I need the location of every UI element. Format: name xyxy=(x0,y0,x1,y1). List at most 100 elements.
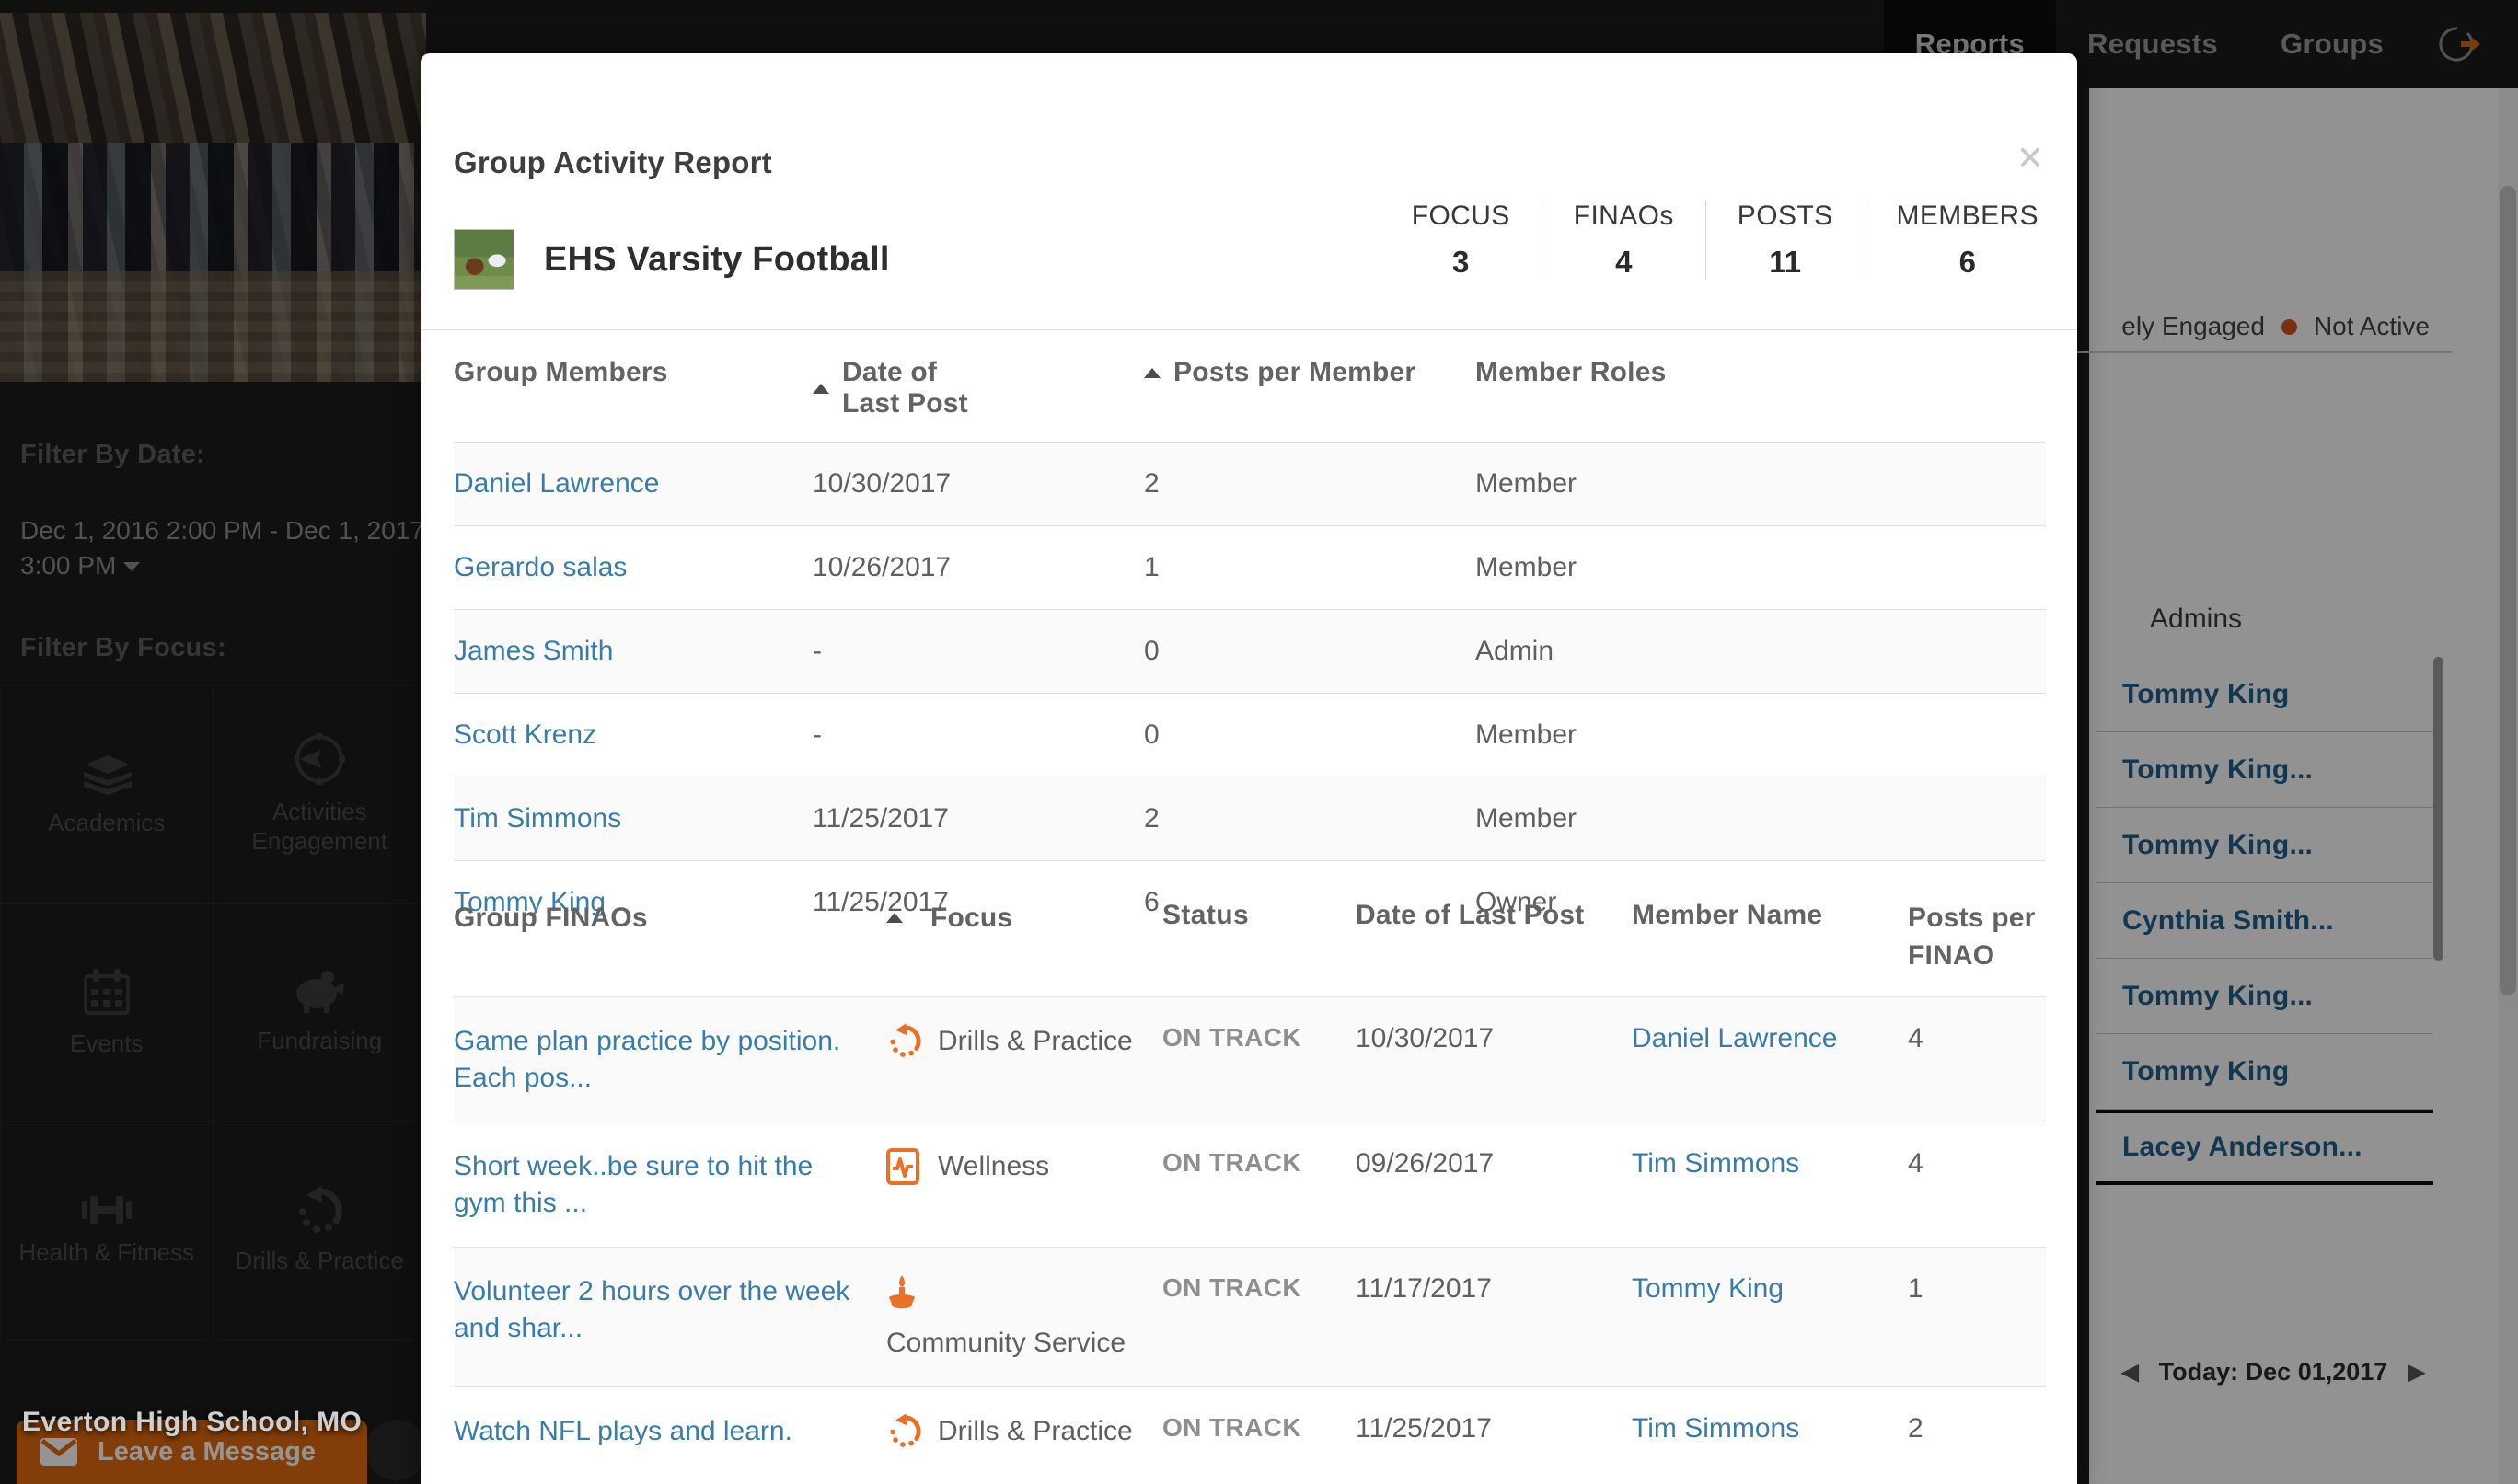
finao-member-link[interactable]: Tim Simmons xyxy=(1632,1387,1908,1470)
stat-finaos-label: FINAOs xyxy=(1573,201,1674,231)
finao-status: ON TRACK xyxy=(1162,1413,1301,1443)
col-focus-label: Focus xyxy=(930,903,1013,933)
stat-posts: POSTS 11 xyxy=(1706,201,1865,280)
member-posts-count: 2 xyxy=(1144,803,1160,834)
member-posts-count: 1 xyxy=(1144,552,1160,582)
table-row: Short week..be sure to hit the gym this … xyxy=(454,1122,2046,1247)
member-role: Member xyxy=(1475,803,1577,834)
member-posts-count: 2 xyxy=(1144,468,1160,499)
member-role: Admin xyxy=(1475,636,1554,666)
finao-status: ON TRACK xyxy=(1162,1148,1301,1178)
school-name: Everton High School, MO xyxy=(22,1407,363,1437)
group-finaos-table: Group FINAOs Focus Status Date of Last P… xyxy=(454,900,2046,1476)
finao-posts-count: 2 xyxy=(1908,1413,1923,1444)
col-member-roles[interactable]: Member Roles xyxy=(1475,357,1843,388)
stat-members: MEMBERS 6 xyxy=(1865,201,2045,280)
col-focus[interactable]: Focus xyxy=(886,900,1162,936)
stat-posts-value: 11 xyxy=(1769,245,1802,279)
finao-posts-count: 4 xyxy=(1908,1148,1923,1179)
table-row: Game plan practice by position. Each pos… xyxy=(454,996,2046,1122)
member-posts-count: 0 xyxy=(1144,719,1160,750)
finao-focus: Community Service xyxy=(886,1248,1162,1386)
group-members-table-header: Group Members Date of Last Post Posts pe… xyxy=(454,357,2046,442)
stat-finaos-value: 4 xyxy=(1615,245,1633,279)
stat-members-value: 6 xyxy=(1958,245,1976,279)
table-row: Gerardo salas 10/26/2017 1 Member xyxy=(454,525,2046,609)
col-date-of-last-post-label: Date of Last Post xyxy=(842,357,968,419)
stat-focus-label: FOCUS xyxy=(1411,201,1510,231)
member-last-post-date: 10/30/2017 xyxy=(813,468,952,499)
heartbeat-icon xyxy=(886,1148,923,1186)
circular-arrow-icon xyxy=(886,1023,923,1060)
member-last-post-date: 11/25/2017 xyxy=(813,803,949,834)
member-name-link[interactable]: Daniel Lawrence xyxy=(454,443,813,525)
stat-finaos: FINAOs 4 xyxy=(1542,201,1706,280)
table-row: Watch NFL plays and learn. Drills & Prac… xyxy=(454,1386,2046,1476)
col-group-finaos[interactable]: Group FINAOs xyxy=(454,900,886,937)
member-name-link[interactable]: James Smith xyxy=(454,610,813,693)
finao-text-link[interactable]: Volunteer 2 hours over the week and shar… xyxy=(454,1248,886,1372)
finao-status: ON TRACK xyxy=(1162,1023,1301,1052)
member-last-post-date: - xyxy=(813,719,822,750)
finao-focus-label: Drills & Practice xyxy=(938,1416,1133,1447)
col-posts-per-finao[interactable]: Posts per FINAO xyxy=(1908,900,2037,974)
finao-text-link[interactable]: Short week..be sure to hit the gym this … xyxy=(454,1122,886,1247)
volunteer-hand-icon xyxy=(886,1273,923,1310)
finao-focus-label: Community Service xyxy=(886,1328,1126,1359)
table-row: Daniel Lawrence 10/30/2017 2 Member xyxy=(454,442,2046,525)
member-role: Member xyxy=(1475,468,1577,499)
finao-status: ON TRACK xyxy=(1162,1273,1301,1303)
close-icon[interactable]: ✕ xyxy=(2016,142,2044,175)
finao-focus: Wellness xyxy=(886,1122,1162,1211)
member-name-link[interactable]: Tim Simmons xyxy=(454,777,813,860)
table-row: Scott Krenz - 0 Member xyxy=(454,693,2046,777)
group-finaos-table-header: Group FINAOs Focus Status Date of Last P… xyxy=(454,900,2046,996)
modal-title: Group Activity Report xyxy=(454,145,772,179)
table-row: Volunteer 2 hours over the week and shar… xyxy=(454,1247,2046,1387)
col-group-members[interactable]: Group Members xyxy=(454,357,813,388)
member-name-link[interactable]: Gerardo salas xyxy=(454,526,813,609)
col-date-of-last-post[interactable]: Date of Last Post xyxy=(813,357,983,420)
member-posts-count: 0 xyxy=(1144,636,1160,666)
member-last-post-date: 10/26/2017 xyxy=(813,552,952,582)
col-status[interactable]: Status xyxy=(1162,900,1356,931)
circular-arrow-icon xyxy=(886,1413,923,1450)
modal-header-divider xyxy=(421,329,2077,330)
group-activity-report-modal: ✕ Group Activity Report EHS Varsity Foot… xyxy=(421,53,2077,1484)
member-role: Member xyxy=(1475,719,1577,750)
finao-text-link[interactable]: Watch NFL plays and learn. xyxy=(454,1387,886,1476)
col-date-of-last-post[interactable]: Date of Last Post xyxy=(1356,900,1632,931)
finao-text-link[interactable]: Game plan practice by position. Each pos… xyxy=(454,997,886,1122)
member-last-post-date: - xyxy=(813,636,822,666)
col-posts-per-member-label: Posts per Member xyxy=(1173,357,1416,387)
finao-last-post-date: 11/25/2017 xyxy=(1356,1413,1492,1444)
table-row: James Smith - 0 Admin xyxy=(454,609,2046,693)
stat-posts-label: POSTS xyxy=(1737,201,1833,231)
football-thumbnail xyxy=(454,229,514,290)
sort-ascending-icon xyxy=(1144,367,1161,378)
member-name-link[interactable]: Scott Krenz xyxy=(454,694,813,777)
stat-focus: FOCUS 3 xyxy=(1380,201,1542,280)
group-members-table: Group Members Date of Last Post Posts pe… xyxy=(454,357,2046,944)
finao-member-link[interactable]: Tim Simmons xyxy=(1632,1122,1908,1205)
sort-ascending-icon xyxy=(813,383,829,394)
finao-focus: Drills & Practice xyxy=(886,997,1162,1086)
col-member-name[interactable]: Member Name xyxy=(1632,900,1908,931)
group-stats: FOCUS 3 FINAOs 4 POSTS 11 MEMBERS 6 xyxy=(1380,201,2044,280)
group-name: EHS Varsity Football xyxy=(544,239,890,279)
finao-last-post-date: 10/30/2017 xyxy=(1356,1023,1495,1053)
finao-posts-count: 4 xyxy=(1908,1023,1923,1053)
member-role: Member xyxy=(1475,552,1577,582)
finao-last-post-date: 09/26/2017 xyxy=(1356,1148,1495,1179)
finao-posts-count: 1 xyxy=(1908,1273,1923,1305)
finao-member-link[interactable]: Daniel Lawrence xyxy=(1632,997,1908,1080)
finao-focus-label: Drills & Practice xyxy=(938,1026,1133,1056)
finao-focus-label: Wellness xyxy=(938,1151,1050,1182)
finao-focus: Drills & Practice xyxy=(886,1387,1162,1476)
stat-members-label: MEMBERS xyxy=(1896,201,2039,231)
sort-ascending-icon xyxy=(886,913,903,923)
table-row: Tim Simmons 11/25/2017 2 Member xyxy=(454,777,2046,860)
col-posts-per-member[interactable]: Posts per Member xyxy=(1144,357,1475,388)
finao-member-link[interactable]: Tommy King xyxy=(1632,1248,1908,1330)
stat-focus-value: 3 xyxy=(1452,245,1470,279)
